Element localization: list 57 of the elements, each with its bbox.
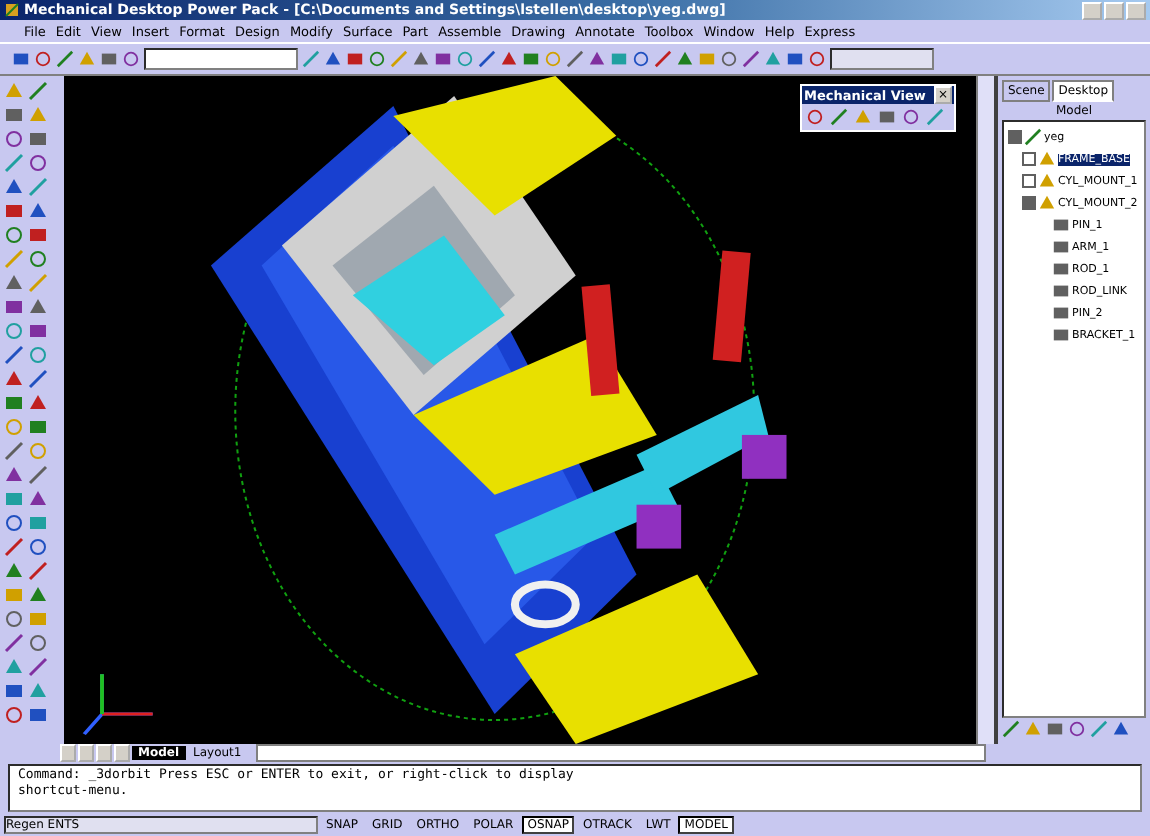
- toolbar-icon[interactable]: [28, 464, 48, 486]
- toolbar-icon[interactable]: [28, 80, 48, 102]
- expander-icon[interactable]: [1022, 174, 1036, 188]
- toolbar-icon[interactable]: [28, 680, 48, 702]
- vertical-scrollbar[interactable]: [976, 76, 994, 744]
- toolbar-icon[interactable]: [4, 704, 24, 726]
- toolbar-icon[interactable]: [28, 536, 48, 558]
- close-button[interactable]: [1126, 1, 1146, 19]
- toolbar-icon[interactable]: [4, 536, 24, 558]
- toolbar-icon[interactable]: [4, 608, 24, 630]
- toolbar-icon[interactable]: [4, 488, 24, 510]
- toolbar-icon[interactable]: [4, 680, 24, 702]
- toolbar-icon[interactable]: [28, 416, 48, 438]
- toolbar-icon[interactable]: [4, 200, 24, 222]
- toolbar-icon[interactable]: [28, 200, 48, 222]
- toolbar-icon[interactable]: [4, 464, 24, 486]
- toolbar-icon[interactable]: [28, 224, 48, 246]
- toolbar-icon[interactable]: [28, 128, 48, 150]
- minimize-button[interactable]: [1082, 1, 1102, 19]
- toolbar-icon[interactable]: [28, 584, 48, 606]
- toolbar-icon[interactable]: [4, 152, 24, 174]
- toolbar-icon[interactable]: [28, 176, 48, 198]
- layer-dropdown[interactable]: [144, 48, 298, 70]
- toolbar-icon[interactable]: [4, 656, 24, 678]
- toolbar-icon[interactable]: [28, 392, 48, 414]
- app-icon: [4, 2, 20, 18]
- toolbar-icon[interactable]: [28, 152, 48, 174]
- toolbar-icon[interactable]: [28, 512, 48, 534]
- toolbar-icon[interactable]: [28, 320, 48, 342]
- toolbar-icon[interactable]: [4, 632, 24, 654]
- dropdown-field[interactable]: [830, 48, 934, 70]
- horizontal-scrollbar[interactable]: [255, 744, 986, 762]
- toolbar-icon[interactable]: [28, 632, 48, 654]
- toolbar-icon[interactable]: [4, 368, 24, 390]
- toolbar-icon[interactable]: [4, 344, 24, 366]
- toolbar-icon[interactable]: [28, 656, 48, 678]
- toolbar-icon[interactable]: [28, 488, 48, 510]
- toolbar-icon[interactable]: [4, 104, 24, 126]
- toolbar-icon[interactable]: [28, 296, 48, 318]
- toolbar-icon[interactable]: [4, 272, 24, 294]
- toolbar-icon[interactable]: [4, 296, 24, 318]
- expander-icon[interactable]: [1022, 152, 1036, 166]
- toolbar-icon[interactable]: [28, 368, 48, 390]
- axis-icon: [82, 672, 155, 736]
- toolbar-icon[interactable]: [4, 128, 24, 150]
- toolbar-icon[interactable]: [28, 704, 48, 726]
- maximize-button[interactable]: [1104, 1, 1124, 19]
- toolbar-icon[interactable]: [4, 224, 24, 246]
- toolbar-icon[interactable]: [28, 560, 48, 582]
- toolbar-icon[interactable]: [4, 512, 24, 534]
- toolbar-icon[interactable]: [4, 176, 24, 198]
- toolbar-icon[interactable]: [28, 248, 48, 270]
- toolbar-icon[interactable]: [4, 320, 24, 342]
- toolbar-icon[interactable]: [28, 344, 48, 366]
- toolbar-icon[interactable]: [4, 392, 24, 414]
- toolbar-icon[interactable]: [4, 560, 24, 582]
- toolbar-icon[interactable]: [4, 440, 24, 462]
